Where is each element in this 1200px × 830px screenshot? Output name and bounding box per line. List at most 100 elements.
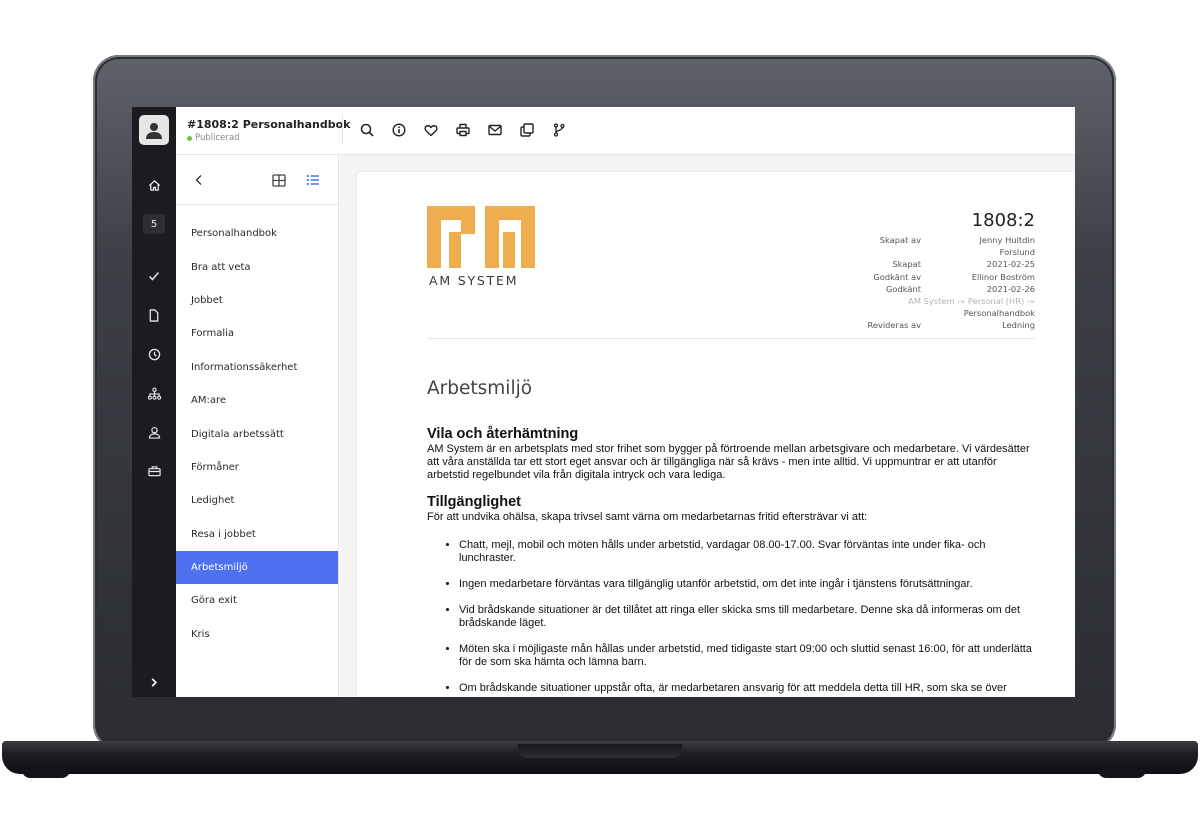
document-number: 1808:2 xyxy=(971,210,1035,231)
logo-wordmark: AM SYSTEM xyxy=(429,273,519,288)
rail-organization-button[interactable] xyxy=(132,381,176,405)
home-icon xyxy=(148,179,160,191)
logo-mark-segment xyxy=(461,220,475,234)
document-header: #1808:2 Personalhandbok Publicerad xyxy=(176,107,1075,155)
meta-revised-by: Revideras av Ledning xyxy=(867,320,1035,331)
print-button[interactable] xyxy=(454,121,472,139)
chevron-right-icon xyxy=(151,677,158,687)
logo-mark-segment xyxy=(485,206,535,220)
list-view-button[interactable] xyxy=(304,171,322,189)
user-avatar-icon xyxy=(146,123,162,139)
avatar[interactable] xyxy=(139,115,169,145)
status-label: Publicerad xyxy=(195,133,240,143)
meta-created-by: Skapat av Jenny Hultdin xyxy=(879,235,1035,245)
nav-item[interactable]: Resa i jobbet xyxy=(176,518,338,551)
nav-item[interactable]: Bra att veta xyxy=(176,250,338,283)
page-title: Arbetsmiljö xyxy=(427,378,533,399)
section-navigation: Personalhandbok Bra att veta Jobbet Formali… xyxy=(176,155,339,697)
meta-approved-by: Godkänt av Ellinor Boström xyxy=(873,271,1035,282)
document-icon xyxy=(149,308,159,322)
nav-item[interactable]: Ledighet xyxy=(176,484,338,517)
list-icon xyxy=(306,174,319,186)
section-heading: Tillgänglighet xyxy=(427,494,521,510)
laptop-opening-notch xyxy=(518,744,682,758)
laptop-foot-left xyxy=(22,770,70,778)
nav-item[interactable]: Arbetsmiljö xyxy=(176,550,338,585)
document-body: Vila och återhämtning AM System är en ar… xyxy=(427,426,1037,697)
section-paragraph: AM System är en arbetsplats med stor fri… xyxy=(427,443,1030,481)
versions-button[interactable] xyxy=(550,121,568,139)
chevron-left-icon xyxy=(195,175,202,185)
check-icon xyxy=(148,272,160,281)
icon-rail: 5 xyxy=(132,107,176,697)
logo-mark-segment xyxy=(449,232,461,268)
logo-mark-segment xyxy=(503,232,515,268)
logo-mark-segment xyxy=(485,220,499,268)
nav-list: Personalhandbok Bra att veta Jobbet Formali… xyxy=(176,205,338,651)
rail-documents-button[interactable] xyxy=(132,303,176,327)
info-button[interactable] xyxy=(390,121,408,139)
info-icon xyxy=(392,123,406,137)
laptop-foot-right xyxy=(1098,770,1146,778)
briefcase-icon xyxy=(147,466,161,477)
nav-item[interactable]: AM:are xyxy=(176,384,338,417)
clock-icon xyxy=(148,348,160,360)
section-paragraph: För att undvika ohälsa, skapa trivsel sa… xyxy=(427,511,868,523)
search-icon xyxy=(360,123,374,137)
bullet-item: Möten ska i möjligaste mån hållas under … xyxy=(459,643,1037,669)
rail-home-button[interactable] xyxy=(132,173,176,197)
document-viewer: ® AM SYSTEM 1808:2 Skapat avJenny Hultdi… xyxy=(340,155,1075,697)
nav-item[interactable]: Förmåner xyxy=(176,451,338,484)
nav-item[interactable]: Kris xyxy=(176,618,338,651)
mail-icon xyxy=(488,124,502,136)
nav-item[interactable]: Personalhandbok xyxy=(176,217,338,250)
rail-toolbox-button[interactable] xyxy=(132,459,176,483)
status-dot xyxy=(187,135,192,141)
bullet-item: Chatt, mejl, mobil och möten hålls under… xyxy=(459,539,1037,565)
grid-icon xyxy=(272,173,286,187)
nav-item[interactable]: Göra exit xyxy=(176,584,338,617)
meta-created-by-cont: Forslund xyxy=(999,247,1035,258)
org-chart-icon xyxy=(147,387,161,400)
bullet-item: Vid brådskande situationer är det tillåt… xyxy=(459,604,1037,630)
app-screen: 5 #1808:2 Personalhandbok Publicerad Per… xyxy=(132,107,1075,697)
meta-category-path[interactable]: AM System -» Personal (HR) -» xyxy=(835,295,1035,307)
registered-mark: ® xyxy=(536,207,537,217)
nav-toolbar xyxy=(176,155,338,205)
logo-mark-segment xyxy=(427,206,475,220)
rail-history-button[interactable] xyxy=(132,342,176,366)
grid-view-button[interactable] xyxy=(270,171,288,189)
section-heading: Vila och återhämtning xyxy=(427,426,579,442)
meta-category-path-end: Personalhandbok xyxy=(963,308,1035,319)
status-badge: Publicerad xyxy=(187,133,239,143)
am-system-logo: ® xyxy=(427,206,537,268)
nav-item[interactable]: Jobbet xyxy=(176,284,338,317)
nav-item[interactable]: Formalia xyxy=(176,317,338,350)
meta-approved: Godkänt 2021-02-26 xyxy=(885,283,1035,294)
nav-item[interactable]: Digitala arbetssätt xyxy=(176,417,338,450)
user-icon xyxy=(148,426,160,439)
bullet-list: Chatt, mejl, mobil och möten hålls under… xyxy=(427,539,1037,695)
rail-expand-button[interactable] xyxy=(132,670,176,694)
header-divider xyxy=(342,115,343,145)
logo-mark-segment xyxy=(427,220,441,268)
header-divider-line xyxy=(427,338,1035,339)
document-metadata: Skapat av Jenny Hultdin Forslund Skapat 20… xyxy=(835,234,1035,332)
nav-item[interactable]: Informationssäkerhet xyxy=(176,351,338,384)
favorite-button[interactable] xyxy=(422,121,440,139)
heart-icon xyxy=(424,124,438,136)
email-button[interactable] xyxy=(486,121,504,139)
bullet-item: Ingen medarbetare förväntas vara tillgän… xyxy=(459,578,1037,591)
rail-tasks-button[interactable] xyxy=(132,264,176,288)
copy-button[interactable] xyxy=(518,121,536,139)
search-button[interactable] xyxy=(358,121,376,139)
branch-icon xyxy=(553,123,565,137)
copy-icon xyxy=(520,123,534,137)
rail-count-badge[interactable]: 5 xyxy=(143,214,165,234)
print-icon xyxy=(456,123,470,137)
rail-profile-button[interactable] xyxy=(132,420,176,444)
meta-created: Skapat 2021-02-25 xyxy=(892,259,1035,270)
bullet-item: Om brådskande situationer uppstår ofta, … xyxy=(459,682,1037,695)
back-button[interactable] xyxy=(190,171,208,189)
logo-mark-segment xyxy=(521,220,535,268)
